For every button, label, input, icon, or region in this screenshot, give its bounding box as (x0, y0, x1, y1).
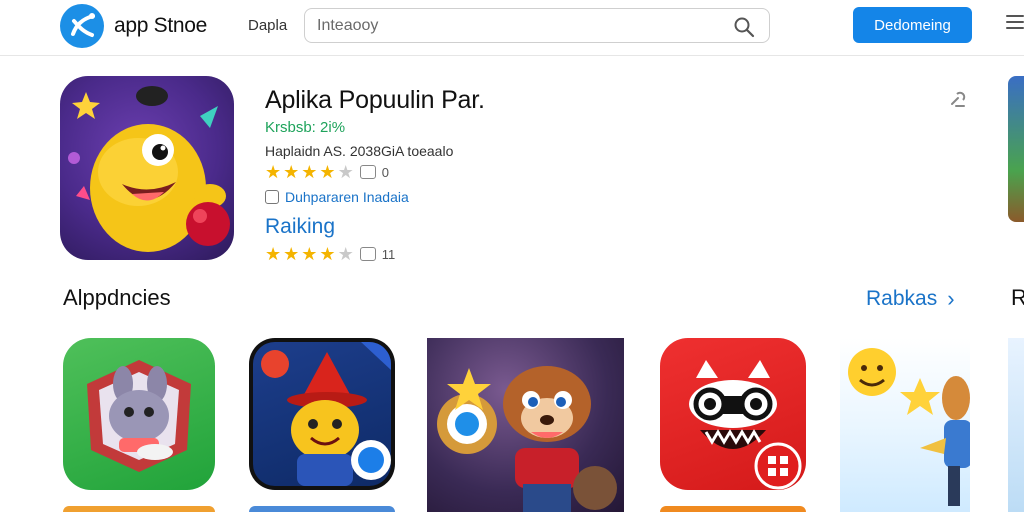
search-input[interactable] (317, 15, 717, 37)
link-icon[interactable] (948, 90, 970, 110)
app-tile-squirrel[interactable] (427, 338, 624, 512)
featured-app-tagline: Krsbsb: 2i% (265, 119, 346, 136)
hamburger-menu-icon[interactable] (1006, 15, 1024, 33)
primary-action-button[interactable]: Dedomeing (853, 7, 972, 43)
section-title: Alppdncies (63, 285, 171, 310)
review-icon (359, 247, 376, 261)
featured-rating: ★ ★ ★ ★ ★ 0 (265, 163, 389, 181)
next-app-tile[interactable] (1008, 338, 1024, 512)
star-icon: ★ (265, 162, 282, 182)
next-row-tile[interactable] (63, 506, 215, 512)
developer-name[interactable]: Duhpararen Inadaia (285, 189, 409, 205)
see-all-link[interactable]: Rabkas › (866, 286, 955, 312)
star-icon: ★ (337, 162, 354, 182)
star-icon: ★ (283, 244, 300, 264)
featured-app-meta: Haplaidn AS. 2038GiA toeaalo (265, 143, 454, 159)
review-icon (359, 165, 376, 179)
featured-app-icon[interactable] (60, 76, 234, 260)
app-tile-emoji[interactable] (840, 338, 970, 512)
star-rating: ★ ★ ★ ★ ★ (265, 245, 354, 263)
chevron-right-icon[interactable]: › (947, 286, 954, 312)
nav-link[interactable]: Dapla (248, 17, 287, 34)
next-row-tile[interactable] (249, 506, 395, 512)
ranking-rating: ★ ★ ★ ★ ★ 11 (265, 245, 395, 263)
featured-developer[interactable]: Duhpararen Inadaia (265, 189, 409, 205)
app-tile-green[interactable] (63, 338, 215, 490)
star-icon: ★ (319, 162, 336, 182)
star-rating: ★ ★ ★ ★ ★ (265, 163, 354, 181)
ranking-count: 11 (381, 246, 396, 262)
search-icon[interactable] (733, 16, 755, 38)
app-store-logo-text[interactable]: app Stnoe (114, 14, 207, 38)
search-bar[interactable] (304, 8, 770, 43)
featured-app-title[interactable]: Aplika Popuulin Par. (265, 86, 485, 115)
star-icon: ★ (283, 162, 300, 182)
next-row-tile[interactable] (660, 506, 806, 512)
star-icon: ★ (337, 244, 354, 264)
top-bar: app Stnoe Dapla Dedomeing (0, 0, 1024, 56)
star-icon: ★ (319, 244, 336, 264)
star-icon: ★ (301, 162, 318, 182)
app-tile-red[interactable] (660, 338, 806, 490)
next-featured-art[interactable] (1008, 76, 1024, 222)
see-all-label[interactable]: Rabkas (866, 287, 937, 311)
star-icon: ★ (301, 244, 318, 264)
rating-count: 0 (381, 164, 389, 180)
app-store-logo-icon[interactable] (60, 4, 104, 48)
developer-icon (265, 190, 279, 204)
app-tile-wizard[interactable] (249, 338, 395, 490)
ranking-label[interactable]: Raiking (265, 215, 335, 239)
next-section-title: R (1011, 285, 1024, 310)
star-icon: ★ (265, 244, 282, 264)
